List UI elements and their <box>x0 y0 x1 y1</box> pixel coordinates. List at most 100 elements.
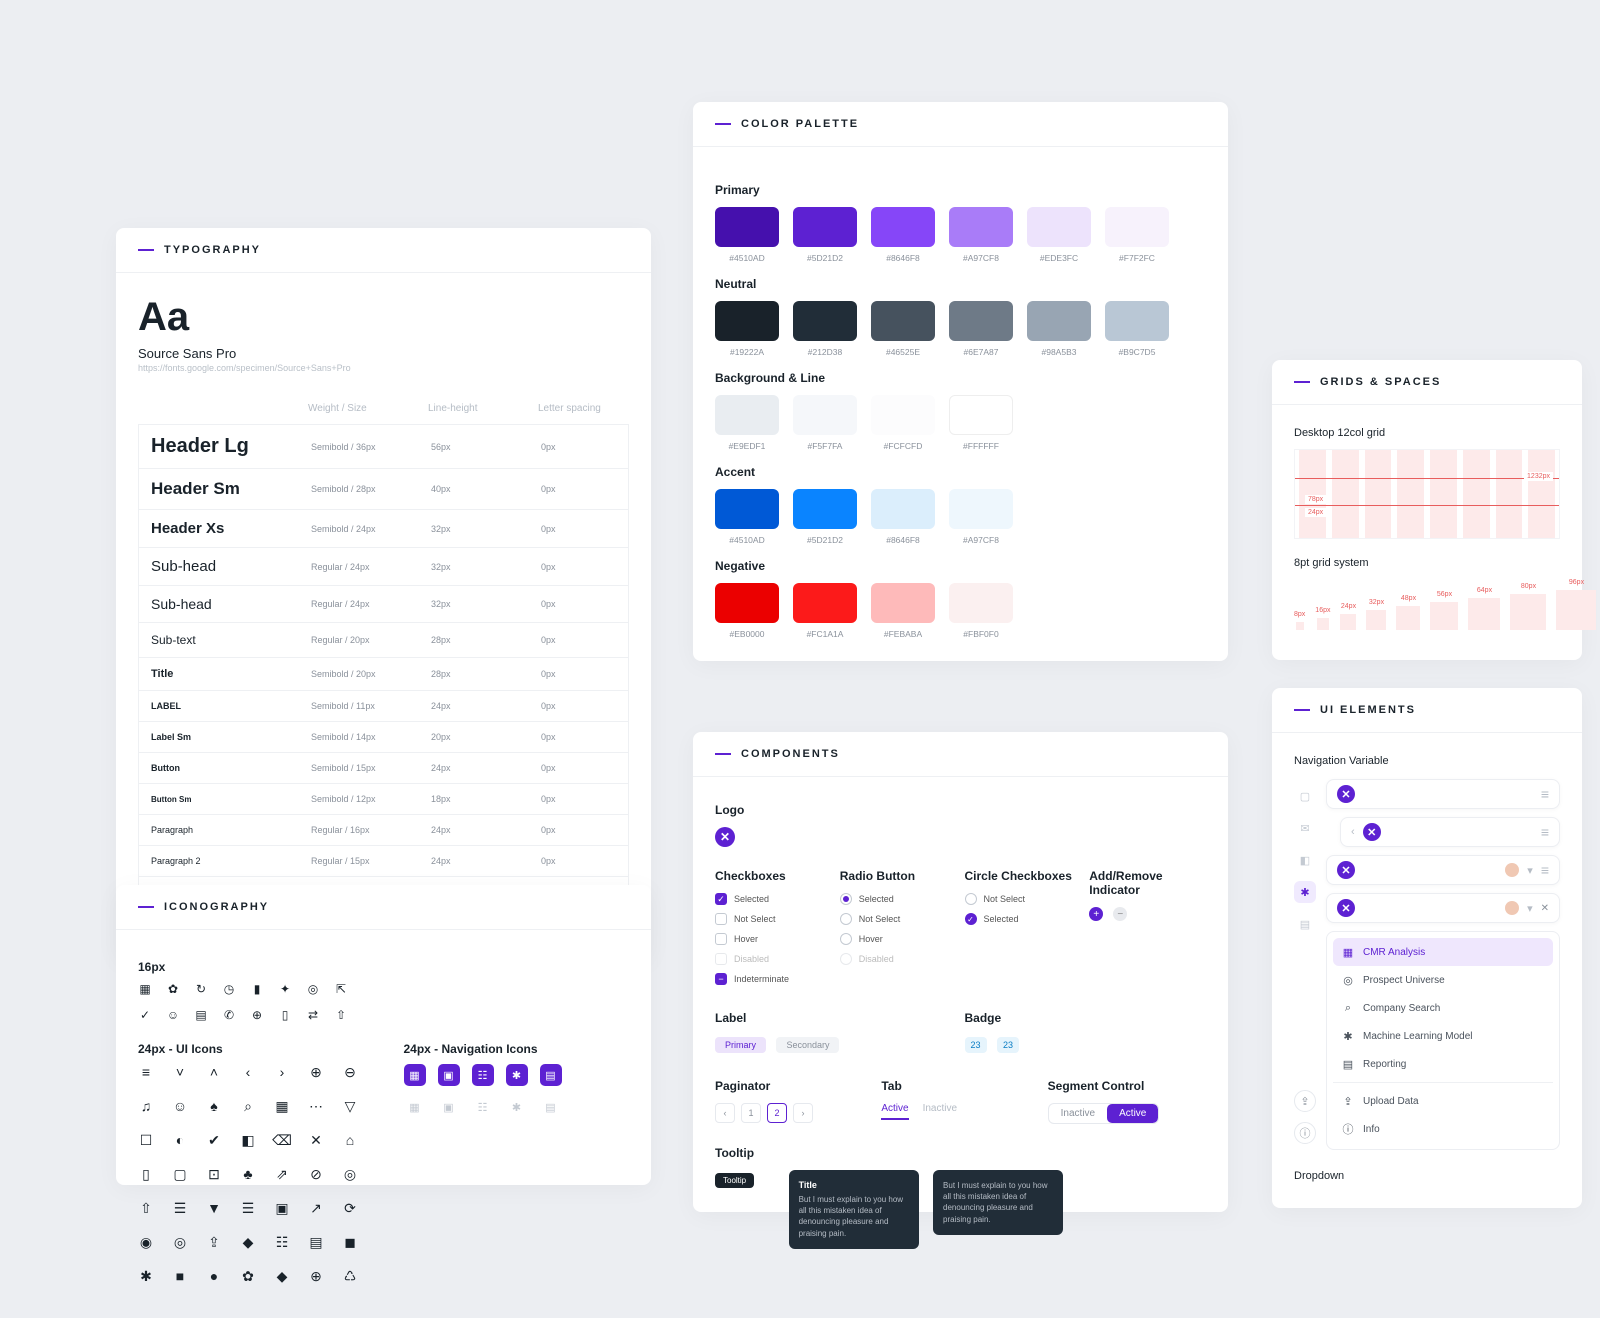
ui-icon: ˅ <box>172 1064 188 1080</box>
menu-icon[interactable]: ≡ <box>1541 824 1549 840</box>
nav-bar-variant[interactable]: ✕▾✕ <box>1326 893 1560 923</box>
chevron-down-icon[interactable]: ▾ <box>1527 902 1533 915</box>
checkbox-unselected[interactable]: Not Select <box>715 913 832 925</box>
icons-24-ui: ≡˅˄‹›⊕⊖♫☺♠⌕▦⋯▽☐◐✔◧⌫✕⌂▯▢⊡♣⇗⊘◎⇧☰▼☰▣↗⟳◉◎⇪◆☷… <box>138 1064 364 1284</box>
menu-item[interactable]: ✱Machine Learning Model <box>1333 1022 1553 1050</box>
menu-icon[interactable]: ≡ <box>1541 786 1549 802</box>
rail-upload-icon[interactable]: ⇪ <box>1294 1090 1316 1112</box>
rail-icon[interactable]: ◧ <box>1294 849 1316 871</box>
nav-icons-outline: ▦ ▣ ☷ ✱ ▤ <box>404 1096 630 1118</box>
circle-checkbox-selected[interactable]: ✓Selected <box>965 913 1082 925</box>
rail-info-icon[interactable]: ⓘ <box>1294 1122 1316 1144</box>
type-row: Header XsSemibold / 24px32px0px <box>138 509 629 548</box>
rail-icon[interactable]: ✉ <box>1294 817 1316 839</box>
color-swatch: #46525E <box>871 301 935 357</box>
target-icon: ◎ <box>306 982 320 996</box>
nav-icon-muted: ✱ <box>506 1096 528 1118</box>
card-title: COMPONENTS <box>741 748 840 760</box>
icon-size-label: 24px - Navigation Icons <box>404 1042 630 1056</box>
avatar[interactable] <box>1505 901 1519 915</box>
ui-icon: ⊡ <box>206 1166 222 1182</box>
color-swatch: #F5F7FA <box>793 395 857 451</box>
type-row: Button SmSemibold / 12px18px0px <box>138 783 629 815</box>
menu-item-icon: ✱ <box>1341 1029 1355 1043</box>
typography-card: TYPOGRAPHY Aa Source Sans Pro https://fo… <box>116 228 651 960</box>
add-indicator[interactable]: + <box>1089 907 1103 921</box>
color-swatch: #EDE3FC <box>1027 207 1091 263</box>
checkbox-indeterminate[interactable]: −Indeterminate <box>715 973 832 985</box>
nav-icon: ▤ <box>540 1064 562 1086</box>
remove-indicator[interactable]: − <box>1113 907 1127 921</box>
menu-item[interactable]: ⇪Upload Data <box>1333 1087 1553 1115</box>
ui-icon: ♫ <box>138 1098 154 1114</box>
type-row: ParagraphRegular / 16px24px0px <box>138 814 629 846</box>
ui-icon: ♺ <box>342 1268 358 1284</box>
calendar-icon: ▦ <box>138 982 152 996</box>
ui-icon: ⌂ <box>342 1132 358 1148</box>
card-title: TYPOGRAPHY <box>164 244 261 256</box>
card-title: GRIDS & SPACES <box>1320 376 1441 388</box>
paginator-page[interactable]: 2 <box>767 1103 787 1123</box>
segment-inactive[interactable]: Inactive <box>1049 1104 1107 1123</box>
ui-icon: ☐ <box>138 1132 154 1148</box>
ui-icon: ≡ <box>138 1064 154 1080</box>
radio-selected[interactable]: Selected <box>840 893 957 905</box>
nav-bar-variant[interactable]: ‹✕≡ <box>1340 817 1560 847</box>
swatch-row: #19222A#212D38#46525E#6E7A87#98A5B3#B9C7… <box>715 301 1206 357</box>
menu-item[interactable]: ⓘInfo <box>1333 1115 1553 1143</box>
checkbox-hover[interactable]: Hover <box>715 933 832 945</box>
font-link[interactable]: https://fonts.google.com/specimen/Source… <box>138 363 629 373</box>
icon-size-label: 24px - UI Icons <box>138 1042 364 1056</box>
type-row: LABELSemibold / 11px24px0px <box>138 690 629 722</box>
menu-divider <box>1333 1082 1553 1083</box>
type-row: Header LgSemibold / 36px56px0px <box>138 424 629 469</box>
rail-icon-active[interactable]: ✱ <box>1294 881 1316 903</box>
menu-item[interactable]: ◎Prospect Universe <box>1333 966 1553 994</box>
color-swatch: #A97CF8 <box>949 489 1013 545</box>
rail-icon[interactable]: ▤ <box>1294 913 1316 935</box>
space-token: 96px <box>1556 579 1596 630</box>
radio-disabled: Disabled <box>840 953 957 965</box>
building-icon: ▤ <box>194 1008 208 1022</box>
nav-bar-variant[interactable]: ✕▾≡ <box>1326 855 1560 885</box>
menu-item[interactable]: ▤Reporting <box>1333 1050 1553 1078</box>
paginator-page[interactable]: 1 <box>741 1103 761 1123</box>
ui-icon: ◆ <box>274 1268 290 1284</box>
radio-unselected[interactable]: Not Select <box>840 913 957 925</box>
radio-hover[interactable]: Hover <box>840 933 957 945</box>
chevron-left-icon[interactable]: ‹ <box>1351 826 1355 838</box>
menu-icon[interactable]: ≡ <box>1541 862 1549 878</box>
avatar[interactable] <box>1505 863 1519 877</box>
globe-icon: ⊕ <box>250 1008 264 1022</box>
menu-item[interactable]: ⌕Company Search <box>1333 994 1553 1022</box>
paginator-page[interactable]: › <box>793 1103 813 1123</box>
ui-icon: ☰ <box>172 1200 188 1216</box>
circle-checkbox-unselected[interactable]: Not Select <box>965 893 1082 905</box>
type-row: Sub-headRegular / 24px32px0px <box>138 547 629 586</box>
nav-icon: ✱ <box>506 1064 528 1086</box>
segment-active[interactable]: Active <box>1107 1104 1158 1123</box>
checkbox-selected[interactable]: ✓Selected <box>715 893 832 905</box>
tab-active[interactable]: Active <box>881 1103 908 1120</box>
header-dash <box>1294 381 1310 383</box>
close-icon[interactable]: ✕ <box>1541 903 1549 914</box>
type-rows: Header LgSemibold / 36px56px0pxHeader Sm… <box>138 424 629 939</box>
tab-inactive[interactable]: Inactive <box>923 1103 957 1120</box>
space-token: 32px <box>1366 599 1386 630</box>
paginator-page[interactable]: ‹ <box>715 1103 735 1123</box>
color-swatch: #FCFCFD <box>871 395 935 451</box>
iconography-card: ICONOGRAPHY 16px ▦ ✿ ↻ ◷ ▮ ✦ ◎ ⇱ ✓ ☺ ▤ ✆… <box>116 885 651 1185</box>
space-token: 64px <box>1468 587 1500 630</box>
color-swatch: #FBF0F0 <box>949 583 1013 639</box>
type-row: Label SmSemibold / 14px20px0px <box>138 721 629 753</box>
color-swatch: #5D21D2 <box>793 207 857 263</box>
spacing-scale: 8px16px24px32px48px56px64px80px96px <box>1294 579 1560 630</box>
section-label: Badge <box>965 1011 1207 1025</box>
chevron-down-icon[interactable]: ▾ <box>1527 864 1533 877</box>
color-swatch: #FC1A1A <box>793 583 857 639</box>
nav-bar-variant[interactable]: ✕≡ <box>1326 779 1560 809</box>
menu-item[interactable]: ▦CMR Analysis <box>1333 938 1553 966</box>
icons-16: ▦ ✿ ↻ ◷ ▮ ✦ ◎ ⇱ <box>138 982 629 996</box>
rail-icon[interactable]: ▢ <box>1294 785 1316 807</box>
ui-icon: ♠ <box>206 1098 222 1114</box>
